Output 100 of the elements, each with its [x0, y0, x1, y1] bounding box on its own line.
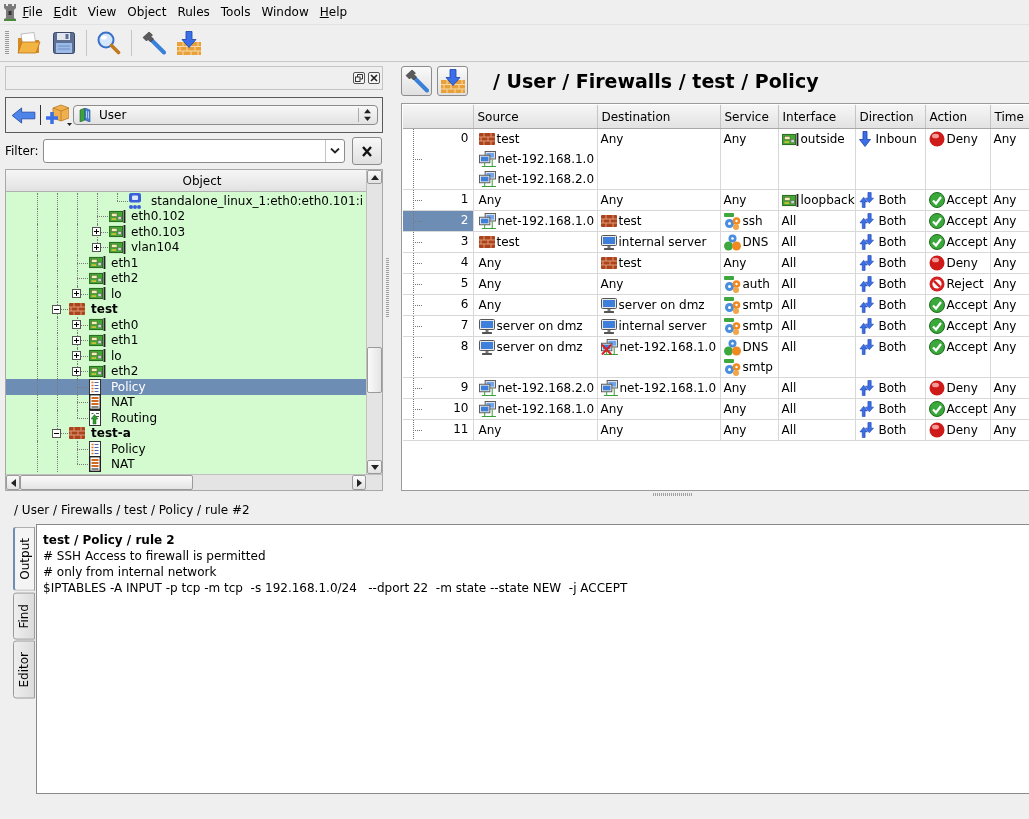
- direction-label: Both: [878, 193, 907, 207]
- tree-item[interactable]: eth1: [6, 332, 366, 348]
- toolbar-button[interactable]: [437, 66, 468, 96]
- rule-number[interactable]: 10: [403, 398, 473, 420]
- tree-item[interactable]: lo: [6, 348, 366, 364]
- service-name: DNS: [742, 235, 769, 249]
- menu-item[interactable]: File: [17, 2, 49, 22]
- scrollbar-thumb[interactable]: [367, 347, 382, 393]
- menu-item[interactable]: View: [82, 2, 122, 22]
- tree-item[interactable]: Policy: [6, 441, 366, 457]
- column-header[interactable]: Action: [925, 105, 990, 129]
- search-icon: [97, 31, 121, 55]
- toolbar-button[interactable]: [401, 66, 432, 96]
- new-object-button[interactable]: [45, 104, 72, 126]
- expand-icon[interactable]: [72, 366, 81, 376]
- toolbar-button[interactable]: [174, 28, 204, 58]
- scrollbar-thumb[interactable]: [20, 475, 193, 490]
- direction-label: Both: [878, 423, 907, 437]
- rule-number[interactable]: 6: [403, 294, 473, 316]
- up-down-arrows-icon: [858, 234, 874, 250]
- expand-icon[interactable]: [72, 335, 81, 345]
- tree-item[interactable]: eth1: [6, 255, 366, 271]
- rule-number[interactable]: 1: [403, 189, 473, 211]
- column-header[interactable]: Interface: [778, 105, 855, 129]
- splitter-handle[interactable]: [386, 258, 389, 318]
- action-label: Accept: [946, 319, 988, 333]
- tree-item[interactable]: test-a: [6, 425, 366, 441]
- rule-number[interactable]: 0: [403, 128, 473, 190]
- tree-item[interactable]: eth0.103: [6, 224, 366, 240]
- vertical-scrollbar[interactable]: [366, 170, 382, 474]
- tagged-gears-icon: [723, 317, 741, 335]
- tree-item[interactable]: test: [6, 301, 366, 317]
- direction-label: Both: [878, 214, 907, 228]
- column-header[interactable]: Destination: [597, 105, 720, 129]
- sphere-icon: [928, 422, 945, 438]
- up-down-arrows-icon: [858, 380, 874, 396]
- rule-number[interactable]: 11: [403, 419, 473, 441]
- destination-object: Any: [600, 402, 624, 416]
- time-label: Any: [993, 381, 1017, 395]
- menu-item[interactable]: Object: [121, 2, 172, 22]
- rule-number[interactable]: 5: [403, 273, 473, 295]
- tree-item[interactable]: NAT: [6, 394, 366, 410]
- back-button[interactable]: [11, 106, 36, 124]
- toolbar-handle[interactable]: [5, 31, 9, 55]
- column-header[interactable]: Source: [473, 105, 597, 129]
- address-icon: [129, 192, 141, 209]
- scroll-left-button[interactable]: [6, 475, 20, 490]
- tree-item[interactable]: Routing: [6, 410, 366, 426]
- tree-item[interactable]: standalone_linux_1:eth0:eth0.101:i: [6, 193, 366, 209]
- menu-item[interactable]: Edit: [48, 2, 83, 22]
- side-tab[interactable]: Editor: [13, 641, 35, 699]
- close-icon[interactable]: [368, 72, 380, 84]
- source-object: net-192.168.2.0: [497, 172, 595, 186]
- collapse-icon[interactable]: [52, 428, 61, 438]
- no-entry-icon: [928, 276, 945, 292]
- menu-item[interactable]: Tools: [215, 2, 256, 22]
- scroll-right-button[interactable]: [352, 475, 366, 490]
- network-card-icon: [89, 256, 106, 270]
- up-down-arrows-icon: [858, 255, 874, 271]
- column-header[interactable]: Direction: [855, 105, 925, 129]
- gears-icon: [723, 233, 741, 251]
- expand-icon[interactable]: [92, 227, 101, 237]
- rule-number[interactable]: 8: [403, 336, 473, 378]
- sphere-icon: [928, 255, 945, 271]
- horizontal-scrollbar[interactable]: [6, 474, 382, 490]
- tree-item[interactable]: eth0: [6, 317, 366, 333]
- filter-field[interactable]: [43, 139, 345, 163]
- tagged-gears-icon: [723, 275, 741, 293]
- float-icon[interactable]: [353, 72, 365, 84]
- column-header[interactable]: Time: [990, 105, 1029, 129]
- side-tab[interactable]: Output: [13, 527, 35, 591]
- tree-item[interactable]: lo: [6, 286, 366, 302]
- expand-icon[interactable]: [72, 320, 81, 330]
- collapse-icon[interactable]: [52, 304, 61, 314]
- expand-icon[interactable]: [92, 242, 101, 252]
- column-header[interactable]: Service: [720, 105, 778, 129]
- sphere-icon: [928, 380, 945, 396]
- expand-icon[interactable]: [72, 289, 81, 299]
- expand-icon[interactable]: [72, 351, 81, 361]
- source-object: test: [496, 132, 520, 146]
- tree-item[interactable]: NAT: [6, 456, 366, 472]
- checkmark-icon: [928, 401, 945, 417]
- menu-item[interactable]: Rules: [171, 2, 216, 22]
- menu-item[interactable]: Window: [255, 2, 315, 22]
- tree-item[interactable]: eth2: [6, 270, 366, 286]
- scroll-down-button[interactable]: [367, 460, 382, 474]
- action-label: Accept: [946, 298, 988, 312]
- library-dropdown[interactable]: User: [73, 105, 378, 125]
- side-tab[interactable]: Find: [13, 592, 35, 640]
- tree-item[interactable]: vlan104: [6, 239, 366, 255]
- tree-item[interactable]: eth0.102: [6, 208, 366, 224]
- rule-number[interactable]: 3: [403, 231, 473, 253]
- clear-filter-button[interactable]: [352, 137, 382, 165]
- rule-number[interactable]: 7: [403, 315, 473, 337]
- splitter-handle[interactable]: [653, 493, 693, 496]
- column-header[interactable]: Object: [6, 170, 366, 192]
- rule-number[interactable]: 4: [403, 252, 473, 274]
- scroll-up-button[interactable]: [367, 170, 382, 184]
- menu-item[interactable]: Help: [314, 2, 353, 22]
- rule-number[interactable]: 9: [403, 377, 473, 399]
